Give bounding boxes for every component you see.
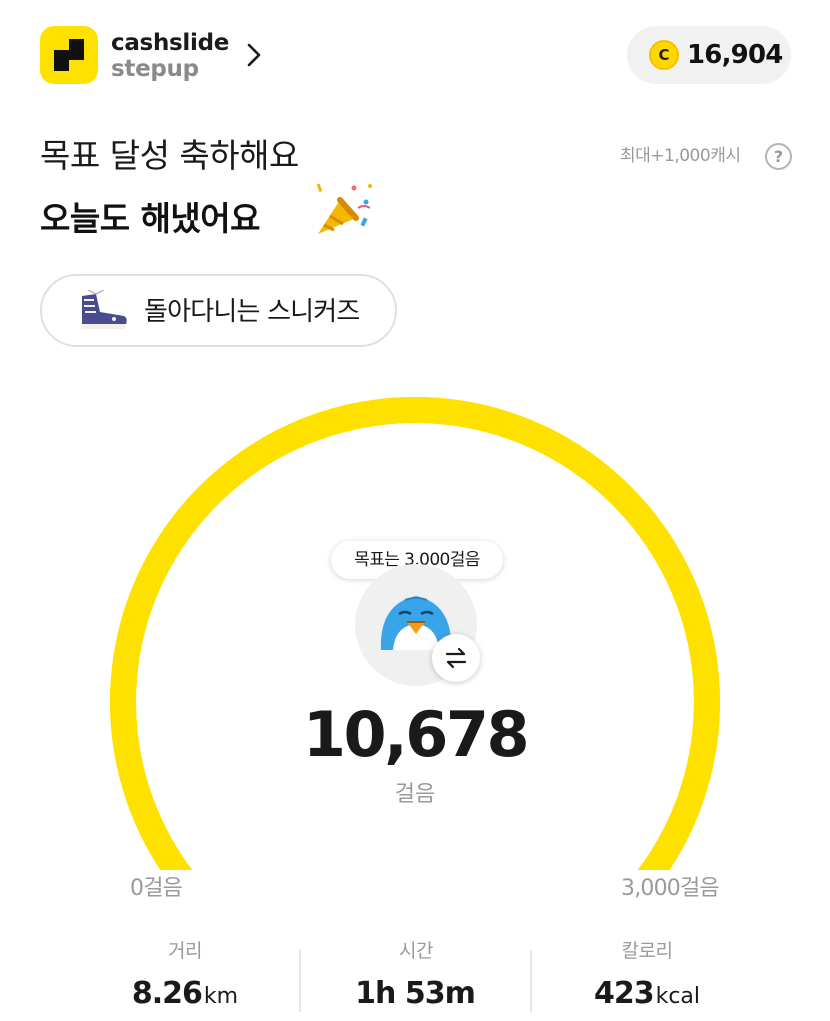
- step-unit: 걸음: [394, 782, 436, 807]
- stat-value: 8.26: [131, 976, 203, 1011]
- activity-stats: 거리 8.26km 시간 1h 53m 칼로리 423kcal: [0, 930, 830, 1021]
- done-today-headline: 오늘도 해냈어요: [40, 199, 261, 238]
- sneaker-icon: [80, 290, 127, 329]
- points-value: 16,904: [687, 40, 783, 70]
- app-header: cashslide stepup C 16,904: [0, 0, 830, 110]
- gauge-min-label: 0걸음: [130, 876, 183, 901]
- stat-unit: kcal: [655, 984, 701, 1009]
- party-popper-icon: [316, 183, 372, 234]
- equipped-item-chip[interactable]: 돌아다니는 스니커즈: [40, 274, 397, 347]
- stat-value: 423: [593, 976, 655, 1011]
- stat-value: 1h 53m: [355, 976, 476, 1011]
- chevron-right-icon[interactable]: [246, 42, 262, 68]
- app-logo[interactable]: [40, 26, 98, 84]
- stat-label: 시간: [399, 940, 433, 962]
- gauge-max-label: 3,000걸음: [621, 876, 720, 901]
- stat-unit: km: [203, 984, 239, 1009]
- stat-label: 거리: [168, 940, 202, 962]
- coin-icon: C: [649, 40, 679, 70]
- help-icon[interactable]: ?: [765, 143, 792, 170]
- item-name: 돌아다니는 스니커즈: [144, 297, 360, 327]
- brand-subname: stepup: [111, 56, 199, 82]
- help-symbol: ?: [773, 147, 784, 166]
- brand-name: cashslide: [111, 30, 230, 56]
- coin-symbol: C: [658, 46, 670, 64]
- stat-label: 칼로리: [621, 940, 673, 962]
- cash-points-badge[interactable]: C 16,904: [627, 26, 791, 84]
- stat-value-row: 1h 53m: [301, 974, 531, 1017]
- congrats-headline: 목표 달성 축하해요: [40, 136, 299, 175]
- stairs-logo-icon: [54, 39, 84, 71]
- swap-character-button[interactable]: [432, 634, 480, 682]
- stat-calories: 칼로리 423kcal: [532, 930, 762, 1021]
- step-count: 10,678: [302, 698, 530, 771]
- max-reward-text: 최대+1,000캐시: [620, 146, 741, 166]
- stat-distance: 거리 8.26km: [70, 930, 300, 1021]
- swap-arrows-icon: [445, 647, 467, 669]
- brand-link[interactable]: cashslide stepup: [111, 30, 229, 82]
- stat-value-row: 423kcal: [532, 974, 762, 1017]
- stat-time: 시간 1h 53m: [301, 930, 531, 1021]
- stat-value-row: 8.26km: [70, 974, 300, 1017]
